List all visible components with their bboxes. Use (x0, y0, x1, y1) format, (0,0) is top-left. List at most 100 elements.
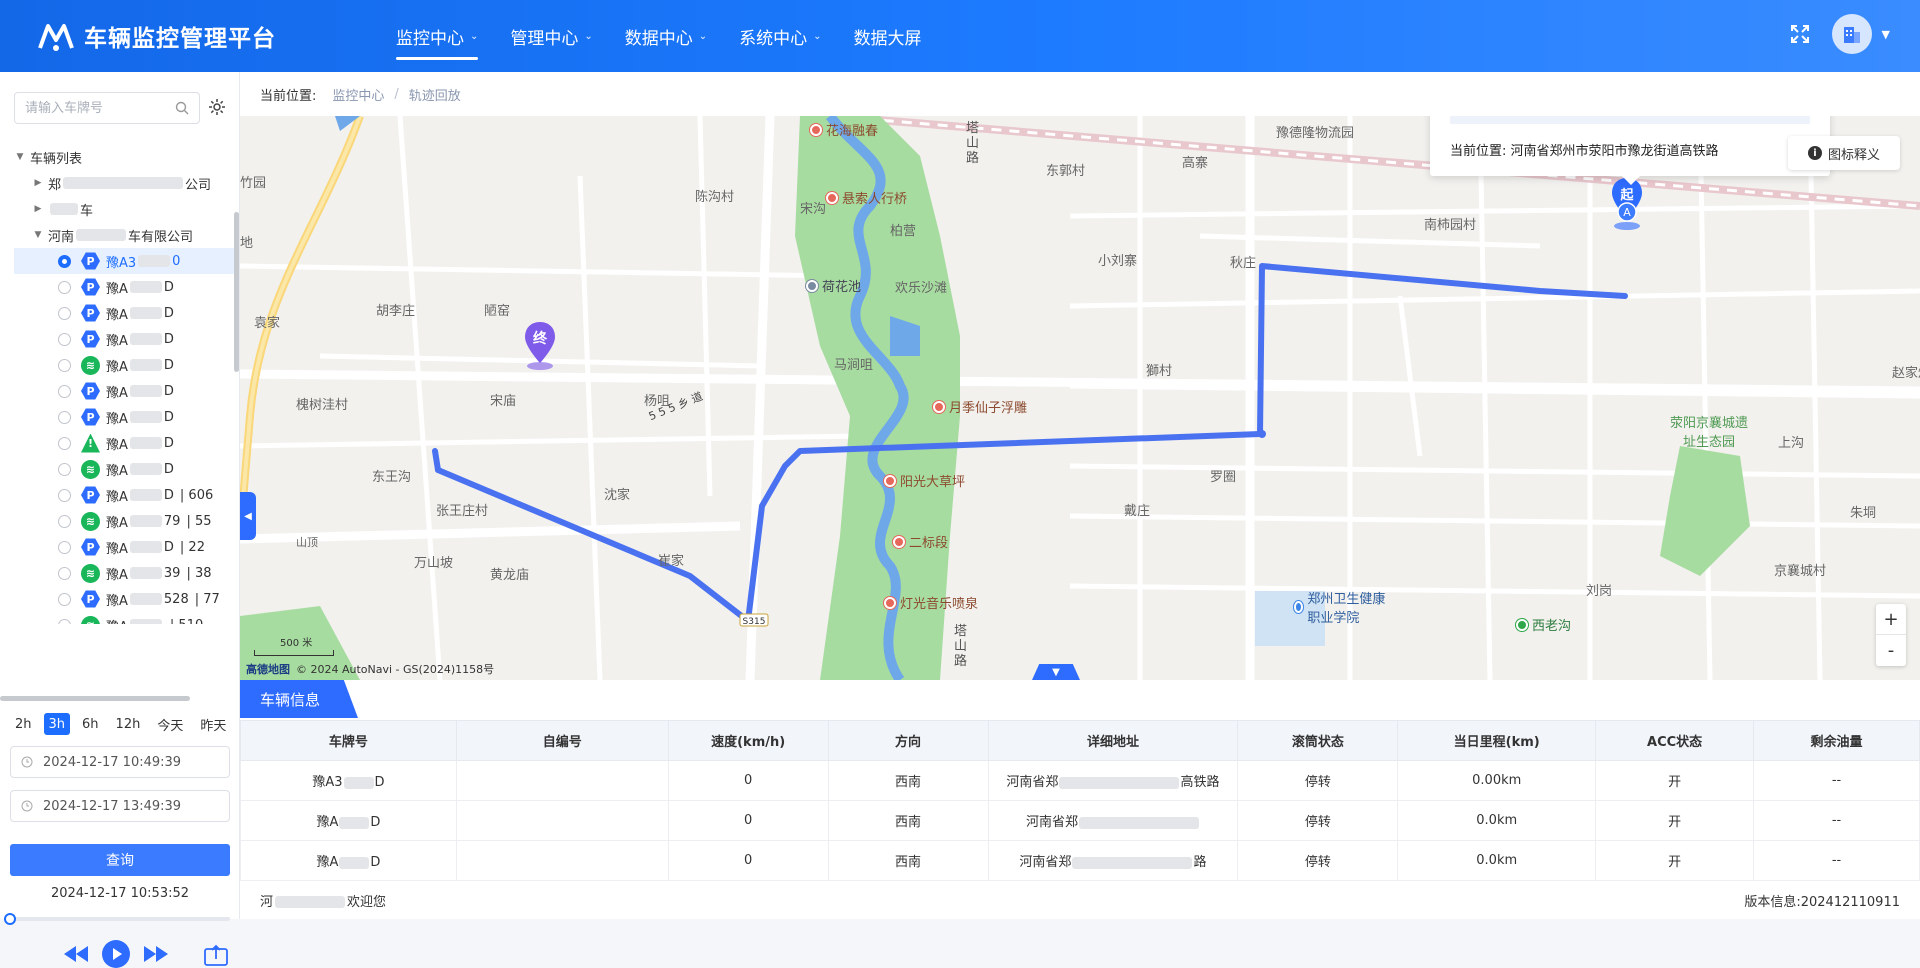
vehicle-item[interactable]: P 豫A D (14, 274, 234, 300)
nav-item[interactable]: 管理中心 ⌄ (494, 0, 608, 72)
vehicle-item[interactable]: P 豫A3 0 (14, 248, 234, 274)
vehicle-radio[interactable] (58, 254, 71, 268)
vehicle-plate: 豫A (106, 593, 128, 609)
time-range-button[interactable]: 今天 (152, 713, 188, 735)
map-poi[interactable]: 悬索人行桥 (826, 188, 907, 207)
map-poi[interactable]: 二标段 (893, 532, 948, 551)
vehicle-item[interactable]: P 豫A D | 606 (14, 482, 234, 508)
nav-item[interactable]: 系统中心 ⌄ (723, 0, 837, 72)
zoom-out-button[interactable]: - (1876, 635, 1906, 666)
vehicle-radio[interactable] (58, 332, 71, 346)
vehicle-item[interactable]: P 豫A D (14, 300, 234, 326)
start-time-field[interactable]: 2024-12-17 10:49:39 (10, 746, 230, 778)
vehicle-item[interactable]: P 豫A D (14, 326, 234, 352)
map-poi[interactable]: 郑州卫生健康职业学院 (1294, 588, 1394, 626)
track-map[interactable]: S315 3314 豫德隆物流园东郭村高寨陈沟村宋沟柏营小刘寨秋庄南柿园村袁家胡… (240, 116, 1920, 680)
caret-down-icon[interactable]: ▼ (14, 152, 26, 162)
vehicle-radio[interactable] (58, 592, 71, 606)
map-poi[interactable]: 荷花池 (806, 276, 861, 295)
vehicle-item[interactable]: ≋ 豫A D (14, 352, 234, 378)
tree-group[interactable]: ▼ 河南 车有限公司 (14, 222, 234, 248)
playback-progress-thumb[interactable] (4, 913, 16, 925)
fast-forward-icon[interactable] (144, 946, 168, 962)
vehicle-plate: 豫A (106, 489, 128, 505)
nav-item[interactable]: 监控中心 ⌄ (380, 0, 494, 72)
vehicle-item[interactable]: P 豫A D (14, 378, 234, 404)
end-time-field[interactable]: 2024-12-17 13:49:39 (10, 790, 230, 822)
vehicle-item[interactable]: ≋ 豫A | 510 (14, 612, 234, 624)
table-row[interactable]: 豫A D 0 西南 河南省郑路停转 0.0km 开 -- (240, 840, 1920, 881)
vehicle-item[interactable]: ≋ 豫A 39 | 38 (14, 560, 234, 586)
vehicle-item[interactable]: P 豫A D (14, 404, 234, 430)
poi-pin-icon (826, 191, 838, 204)
chevron-down-icon[interactable]: ▼ (1882, 28, 1890, 41)
nav-item[interactable]: 数据中心 ⌄ (609, 0, 723, 72)
legend-button[interactable]: i 图标释义 (1788, 136, 1900, 170)
plate-search-input[interactable] (25, 94, 175, 122)
redacted-text (129, 437, 162, 449)
fullscreen-icon[interactable] (1790, 24, 1810, 44)
vehicle-radio[interactable] (58, 306, 71, 320)
vehicle-radio[interactable] (58, 514, 71, 528)
time-range-button[interactable]: 3h (43, 713, 71, 735)
vehicle-radio[interactable] (58, 280, 71, 294)
search-icon[interactable] (175, 101, 189, 115)
export-icon[interactable] (204, 944, 228, 966)
zoom-in-button[interactable]: + (1876, 604, 1906, 635)
tree-group[interactable]: ▶ 郑 公司 (14, 170, 234, 196)
time-range-button[interactable]: 6h (77, 713, 104, 735)
nav-item[interactable]: 数据大屏 (838, 0, 938, 72)
breadcrumb-link[interactable]: 监控中心 (332, 85, 384, 104)
playback-progress-track[interactable] (10, 917, 230, 921)
start-marker-icon[interactable]: 起 A (1610, 178, 1644, 230)
tree-group[interactable]: ▶ 车 (14, 196, 234, 222)
vehicle-radio[interactable] (58, 488, 71, 502)
map-poi[interactable]: 花海融春 (810, 120, 878, 139)
play-icon[interactable] (102, 940, 130, 968)
vehicle-radio[interactable] (58, 462, 71, 476)
map-place-label: 张王庄村 (436, 504, 489, 519)
tree-horizontal-scrollbar[interactable] (0, 696, 190, 701)
vehicle-radio[interactable] (58, 436, 71, 450)
time-range-button[interactable]: 昨天 (195, 713, 231, 735)
query-button[interactable]: 查询 (10, 844, 230, 876)
table-header: 剩余油量 (1753, 720, 1920, 761)
time-range-button[interactable]: 2h (10, 713, 37, 735)
vehicle-extra: | 77 (194, 591, 220, 607)
vehicle-radio[interactable] (58, 358, 71, 372)
vehicle-radio[interactable] (58, 618, 71, 624)
map-poi[interactable]: 灯光音乐喷泉 (884, 593, 978, 612)
vehicle-radio[interactable] (58, 566, 71, 580)
tree-scrollbar[interactable] (234, 212, 239, 372)
map-poi[interactable]: 阳光大草坪 (884, 471, 965, 490)
end-marker-icon[interactable]: 终 (523, 322, 557, 370)
user-avatar[interactable] (1831, 14, 1872, 54)
vehicle-item[interactable]: ≋ 豫A 79 | 55 (14, 508, 234, 534)
table-cell (455, 840, 669, 881)
time-range-button[interactable]: 12h (111, 713, 146, 735)
vehicle-item[interactable]: ≋ 豫A D (14, 456, 234, 482)
caret-right-icon[interactable]: ▶ (32, 204, 44, 214)
vehicle-radio[interactable] (58, 540, 71, 554)
map-road-label: 塔山路 (954, 624, 968, 669)
map-poi[interactable]: 月季仙子浮雕 (933, 397, 1027, 416)
vehicle-info-tab[interactable]: 车辆信息 (240, 680, 358, 718)
vehicle-radio[interactable] (58, 384, 71, 398)
gear-icon[interactable] (208, 98, 226, 116)
vehicle-item[interactable]: ! 豫A D (14, 430, 234, 456)
rewind-icon[interactable] (64, 946, 88, 962)
collapse-sidebar-button[interactable]: ◀ (240, 492, 256, 540)
vehicle-item[interactable]: P 豫A 528 | 77 (14, 586, 234, 612)
collapse-panel-button[interactable]: ▼ (1032, 664, 1080, 680)
redacted-text (129, 593, 162, 605)
table-cell: 豫A D (240, 800, 457, 841)
tree-root[interactable]: ▼ 车辆列表 (14, 144, 234, 170)
table-row[interactable]: 豫A D 0 西南 河南省郑 停转 0.0km 开 -- (240, 800, 1920, 841)
table-row[interactable]: 豫A3 D 0 西南 河南省郑 高铁路 停转 0.00km 开 -- (240, 760, 1920, 801)
vehicle-radio[interactable] (58, 410, 71, 424)
vehicle-item[interactable]: P 豫A D | 22 (14, 534, 234, 560)
caret-down-icon[interactable]: ▼ (32, 230, 44, 240)
table-cell: 0.00km (1397, 760, 1597, 801)
map-poi[interactable]: 西老沟 (1516, 615, 1571, 634)
caret-right-icon[interactable]: ▶ (32, 178, 44, 188)
